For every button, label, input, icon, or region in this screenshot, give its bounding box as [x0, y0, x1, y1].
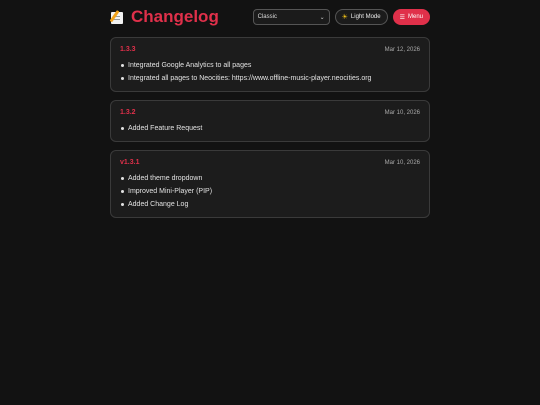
list-item: Improved Mini-Player (PIP)	[120, 185, 420, 198]
entry-items: Added Feature Request	[120, 122, 420, 135]
entry-header: 1.3.3 Mar 12, 2026	[120, 46, 420, 53]
entry-items: Integrated Google Analytics to all pages…	[120, 59, 420, 85]
menu-button[interactable]: ☰ Menu	[392, 9, 430, 25]
page-title-text: Changelog	[131, 7, 219, 26]
light-mode-label: Light Mode	[350, 14, 381, 20]
header: Changelog Classic ⌄ ☀ Light Mode ☰ Menu	[109, 6, 430, 28]
list-item: Added Change Log	[120, 198, 420, 211]
page-title: Changelog	[109, 7, 219, 27]
changelog-entry: 1.3.2 Mar 10, 2026 Added Feature Request	[110, 100, 430, 142]
sun-icon: ☀	[341, 14, 348, 21]
chevron-down-icon: ⌄	[319, 14, 325, 21]
entry-items: Added theme dropdown Improved Mini-Playe…	[120, 172, 420, 211]
theme-select-value: Classic	[257, 14, 277, 20]
changelog-list: 1.3.3 Mar 12, 2026 Integrated Google Ana…	[110, 37, 430, 226]
menu-label: Menu	[407, 14, 423, 20]
light-mode-button[interactable]: ☀ Light Mode	[334, 9, 388, 25]
hamburger-icon: ☰	[399, 14, 405, 21]
entry-date: Mar 10, 2026	[384, 159, 420, 166]
changelog-entry: v1.3.1 Mar 10, 2026 Added theme dropdown…	[110, 150, 430, 218]
entry-date: Mar 12, 2026	[384, 46, 420, 53]
page: Changelog Classic ⌄ ☀ Light Mode ☰ Menu …	[0, 0, 540, 405]
list-item: Added theme dropdown	[120, 172, 420, 185]
entry-header: 1.3.2 Mar 10, 2026	[120, 109, 420, 116]
entry-version: 1.3.3	[120, 46, 136, 53]
entry-version: v1.3.1	[120, 159, 140, 166]
entry-date: Mar 10, 2026	[384, 109, 420, 116]
list-item: Integrated Google Analytics to all pages	[120, 59, 420, 72]
list-item: Integrated all pages to Neocities: https…	[120, 72, 420, 85]
changelog-entry: 1.3.3 Mar 12, 2026 Integrated Google Ana…	[110, 37, 430, 92]
entry-version: 1.3.2	[120, 109, 136, 116]
memo-icon	[109, 9, 125, 25]
header-controls: Classic ⌄ ☀ Light Mode ☰ Menu	[252, 9, 430, 25]
theme-select[interactable]: Classic ⌄	[252, 9, 330, 25]
entry-header: v1.3.1 Mar 10, 2026	[120, 159, 420, 166]
list-item: Added Feature Request	[120, 122, 420, 135]
